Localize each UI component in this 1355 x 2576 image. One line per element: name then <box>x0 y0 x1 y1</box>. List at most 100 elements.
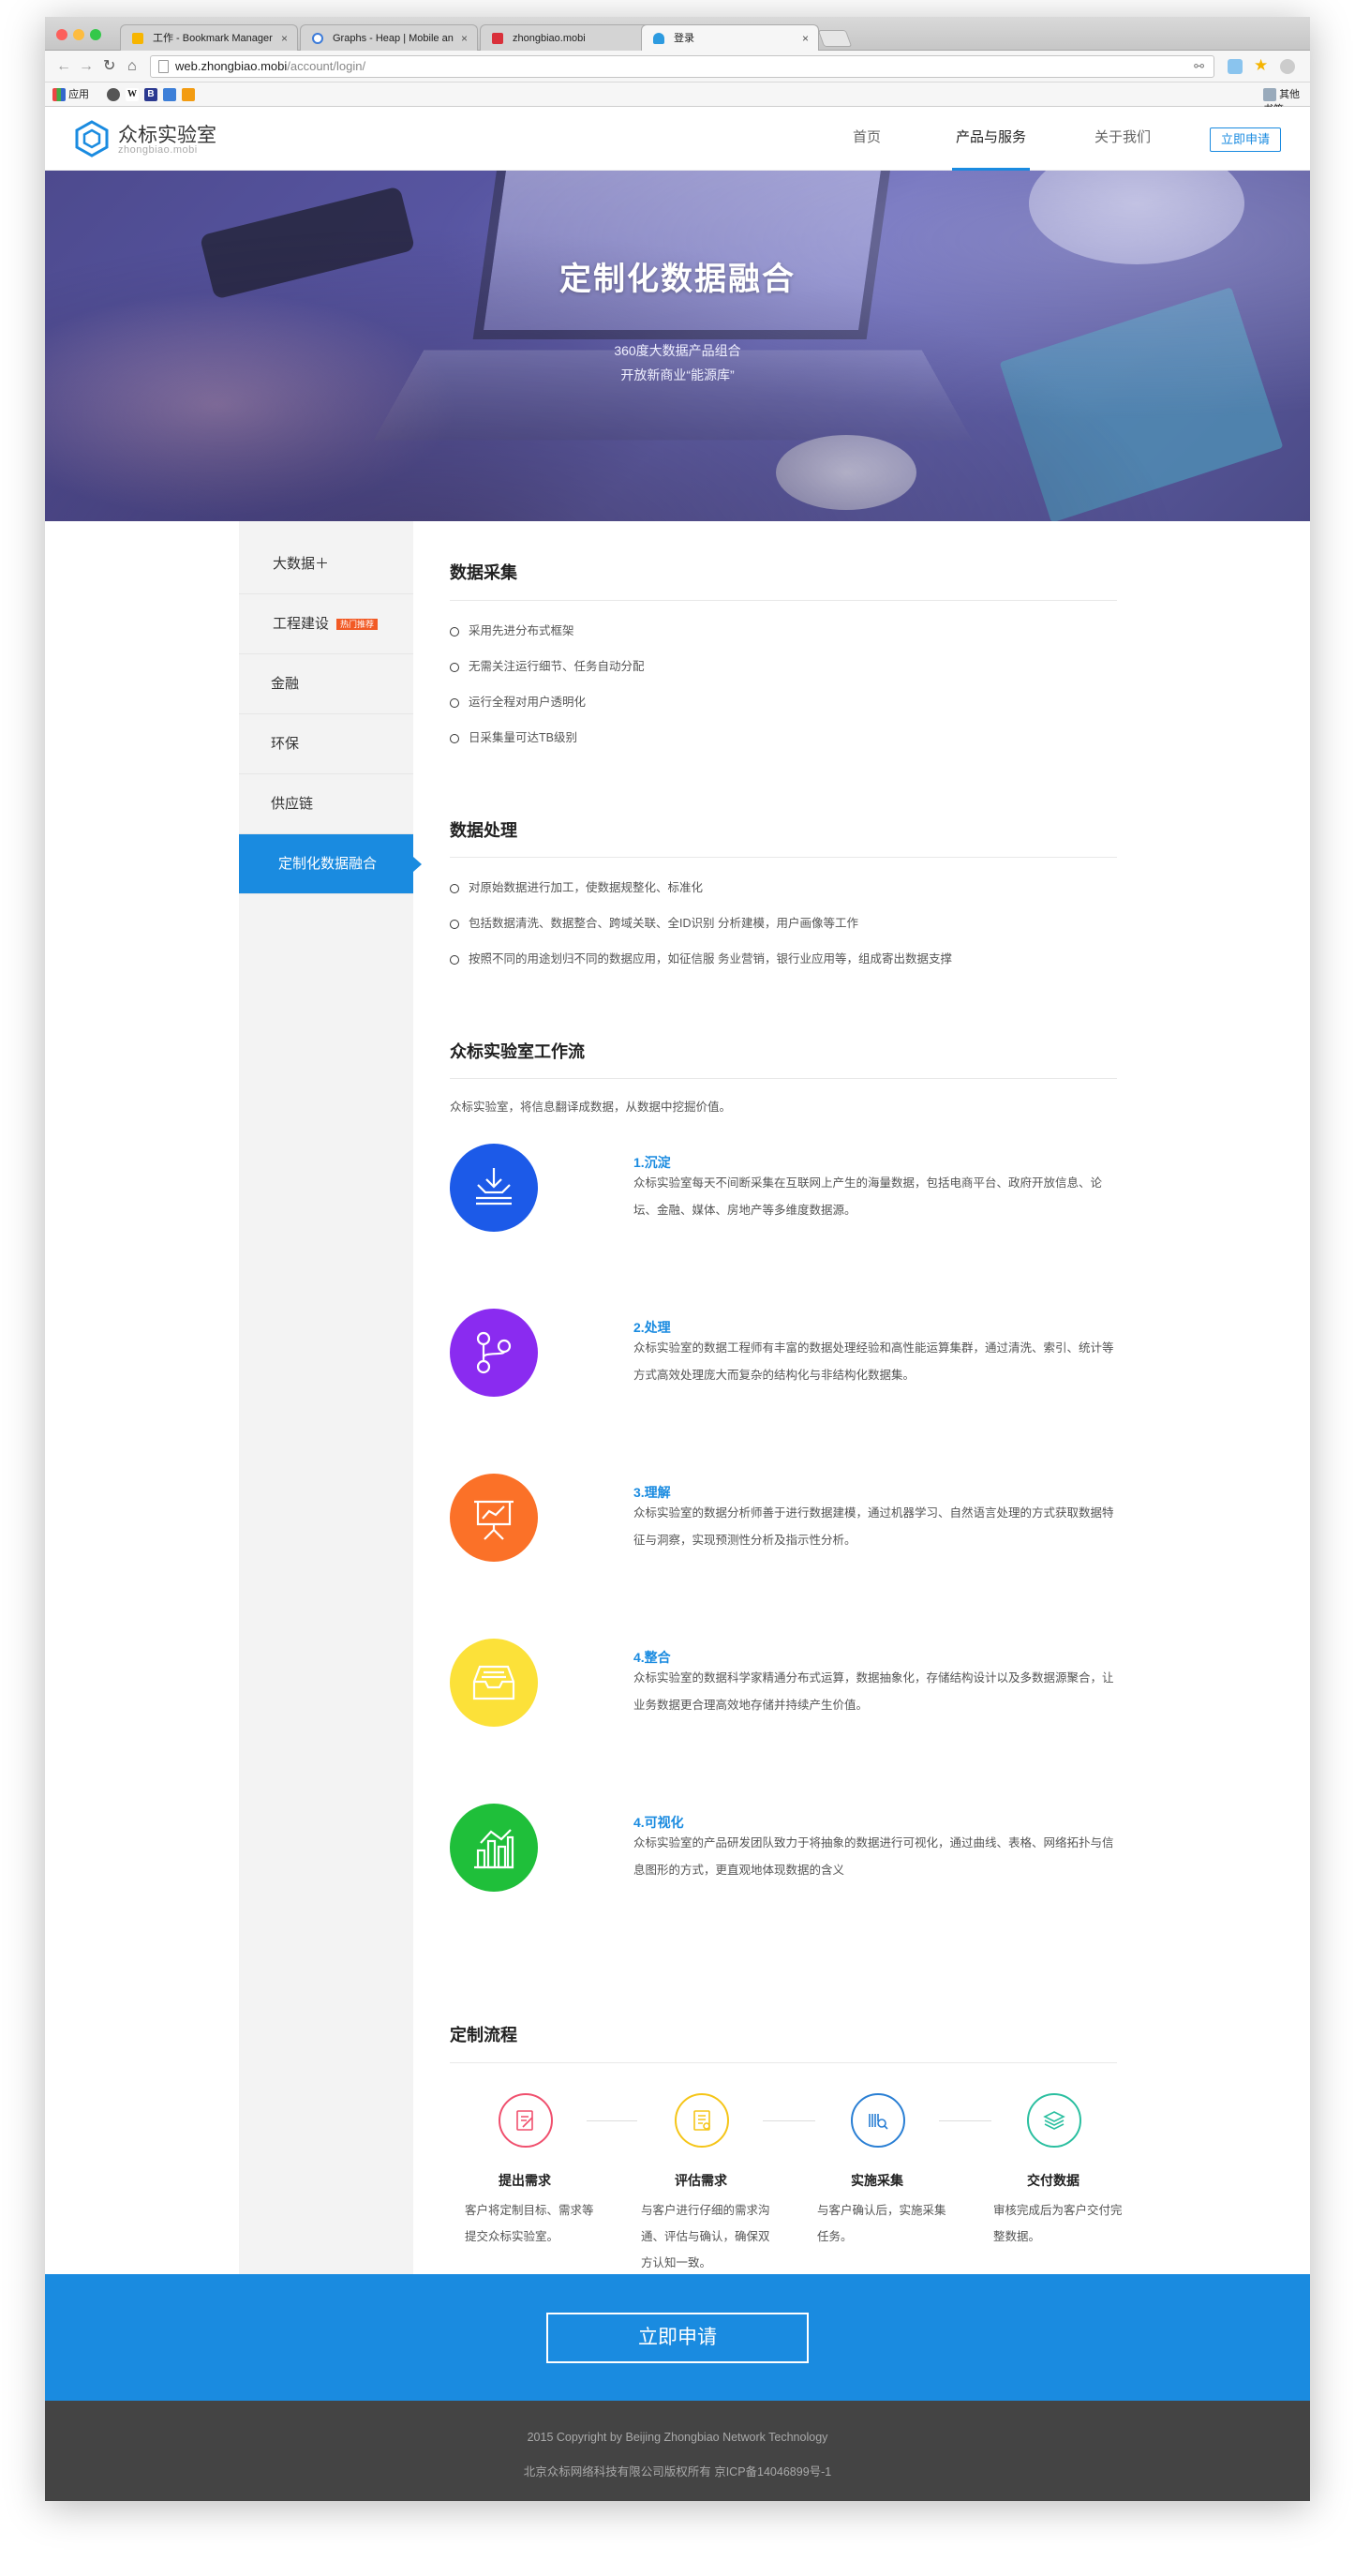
workflow-item-desc: 众标实验室每天不间断采集在互联网上产生的海量数据，包括电商平台、政府开放信息、论… <box>633 1176 1103 1217</box>
presentation-chart-icon <box>474 1500 514 1540</box>
nav-home[interactable]: 首页 <box>853 107 881 171</box>
step-circle <box>1027 2093 1081 2148</box>
header-apply-button[interactable]: 立即申请 <box>1210 127 1281 152</box>
process-bullet: 包括数据清洗、数据整合、跨域关联、全ID识别 分析建模，用户画像等工作 <box>450 915 858 932</box>
logo-subtitle: zhongbiao.mobi <box>118 144 198 156</box>
step-connector <box>587 2120 637 2121</box>
reload-icon[interactable]: ↻ <box>103 56 115 77</box>
tab-title: Graphs - Heap | Mobile an <box>333 33 454 44</box>
layers-icon <box>1043 2111 1065 2130</box>
side-item-label: 供应链 <box>271 796 314 812</box>
workflow-item-desc: 众标实验室的数据科学家精通分布式运算，数据抽象化，存储结构设计以及多数据源聚合，… <box>633 1671 1114 1712</box>
side-item-finance[interactable]: 金融 <box>239 654 413 714</box>
site-header: 众标实验室 zhongbiao.mobi 首页 产品与服务 关于我们 立即申请 <box>45 107 1310 171</box>
process-title: 数据处理 <box>450 821 517 840</box>
edit-document-icon <box>516 2110 533 2131</box>
site-icon <box>492 33 503 44</box>
cta-apply-button[interactable]: 立即申请 <box>546 2313 809 2363</box>
blue-bookmark[interactable] <box>163 87 176 102</box>
bar-chart-icon <box>474 1829 514 1869</box>
divider <box>450 2062 1117 2063</box>
collect-bullet: 采用先进分布式框架 <box>450 622 574 639</box>
tab-title: 工作 - Bookmark Manager <box>153 33 273 44</box>
workflow-item-title: 2.处理 <box>633 1320 671 1335</box>
footer-copyright: 2015 Copyright by Beijing Zhongbiao Netw… <box>527 2431 828 2444</box>
apple-bookmark[interactable] <box>107 87 120 102</box>
close-window-button[interactable] <box>56 29 67 40</box>
b-icon: B <box>144 88 157 102</box>
lightning-icon <box>182 88 195 102</box>
minimize-window-button[interactable] <box>73 29 84 40</box>
divider <box>450 857 1117 858</box>
screenshot-extension-icon[interactable] <box>1228 59 1243 74</box>
browser-tab[interactable]: Graphs - Heap | Mobile an × <box>300 24 478 51</box>
side-item-environment[interactable]: 环保 <box>239 714 413 774</box>
custom-flow-title: 定制流程 <box>450 2026 517 2044</box>
bookmark-star-icon[interactable]: ★ <box>1254 57 1269 73</box>
step-title: 评估需求 <box>675 2173 727 2188</box>
side-item-custom-fusion[interactable]: 定制化数据融合 <box>239 834 422 894</box>
other-bookmarks[interactable]: 其他书签 <box>1263 87 1310 115</box>
browser-tab[interactable]: 工作 - Bookmark Manager × <box>120 24 298 51</box>
close-tab-icon[interactable]: × <box>461 25 468 51</box>
step-title: 实施采集 <box>851 2173 903 2188</box>
collect-bullet: 运行全程对用户透明化 <box>450 694 586 711</box>
step-title: 交付数据 <box>1027 2173 1080 2188</box>
footer-icp: 北京众标网络科技有限公司版权所有 京ICP备14046899号-1 <box>523 2465 832 2479</box>
side-item-label: 定制化数据融合 <box>278 856 378 872</box>
divider <box>450 1078 1117 1079</box>
workflow-item-desc: 众标实验室的数据分析师善于进行数据建模，通过机器学习、自然语言处理的方式获取数据… <box>633 1506 1114 1547</box>
nav-about[interactable]: 关于我们 <box>1094 107 1151 171</box>
site-footer: 2015 Copyright by Beijing Zhongbiao Netw… <box>45 2401 1310 2501</box>
browser-tab[interactable]: zhongbiao.mobi × <box>480 24 658 51</box>
process-bullet: 按照不同的用途划归不同的数据应用，如征信服 务业营销，银行业应用等，组成寄出数据… <box>450 951 952 967</box>
banner-line-1: 360度大数据产品组合 <box>614 343 741 358</box>
step-connector <box>763 2120 815 2121</box>
download-tray-icon <box>476 1168 512 1206</box>
workflow-title: 众标实验室工作流 <box>450 1042 585 1061</box>
hero-banner: 定制化数据融合 360度大数据产品组合 开放新商业“能源库” <box>45 171 1310 521</box>
step-connector <box>939 2120 991 2121</box>
workflow-circle <box>450 1309 538 1397</box>
workflow-intro: 众标实验室，将信息翻译成数据，从数据中挖掘价值。 <box>450 1101 732 1114</box>
workflow-circle <box>450 1804 538 1892</box>
step-circle <box>499 2093 553 2148</box>
step-desc: 与客户进行仔细的需求沟通、评估与确认，确保双方认知一致。 <box>641 2204 770 2269</box>
home-icon[interactable]: ⌂ <box>127 56 137 77</box>
orange-bookmark[interactable] <box>182 87 195 102</box>
zoom-window-button[interactable] <box>90 29 101 40</box>
back-arrow-icon[interactable]: ← <box>56 56 71 77</box>
forward-arrow-icon[interactable]: → <box>79 56 94 77</box>
close-tab-icon[interactable]: × <box>802 25 809 51</box>
cta-section: 立即申请 <box>45 2274 1310 2401</box>
side-item-engineering[interactable]: 工程建设 热门推荐 <box>239 594 413 654</box>
tab-title: 登录 <box>674 33 694 44</box>
address-bar[interactable]: web.zhongbiao.mobi/account/login/ ⚯ <box>150 55 1214 78</box>
banner-title: 定制化数据融合 <box>559 262 796 297</box>
key-icon[interactable]: ⚯ <box>1194 56 1204 77</box>
browser-window: 工作 - Bookmark Manager × Graphs - Heap | … <box>45 17 1310 2501</box>
step-desc: 与客户确认后，实施采集任务。 <box>817 2204 946 2243</box>
b-bookmark[interactable]: B <box>144 87 157 102</box>
close-tab-icon[interactable]: × <box>281 25 288 51</box>
side-item-label: 大数据＋ <box>273 556 330 572</box>
wikipedia-bookmark[interactable]: W <box>126 87 139 102</box>
step-circle <box>851 2093 905 2148</box>
step-title: 提出需求 <box>499 2173 551 2188</box>
browser-tab-active[interactable]: 登录 × <box>641 24 819 51</box>
new-tab-button[interactable] <box>817 30 853 47</box>
hot-badge: 热门推荐 <box>336 619 379 631</box>
side-menu: 大数据＋ 工程建设 热门推荐 金融 环保 供应链 定制化数据融合 <box>239 521 422 2274</box>
apps-bookmark[interactable]: 应用 <box>52 87 89 102</box>
workflow-circle <box>450 1474 538 1562</box>
hexagon-logo-icon[interactable] <box>73 120 111 157</box>
nav-products[interactable]: 产品与服务 <box>952 107 1031 171</box>
workflow-circle <box>450 1639 538 1727</box>
side-item-supply-chain[interactable]: 供应链 <box>239 774 413 834</box>
step-desc: 审核完成后为客户交付完整数据。 <box>993 2204 1123 2243</box>
apple-icon <box>107 88 120 102</box>
page-icon <box>158 60 169 73</box>
extension-icon[interactable] <box>1280 59 1295 74</box>
tab-strip: 工作 - Bookmark Manager × Graphs - Heap | … <box>45 17 1310 51</box>
side-item-big-data[interactable]: 大数据＋ <box>239 534 413 594</box>
